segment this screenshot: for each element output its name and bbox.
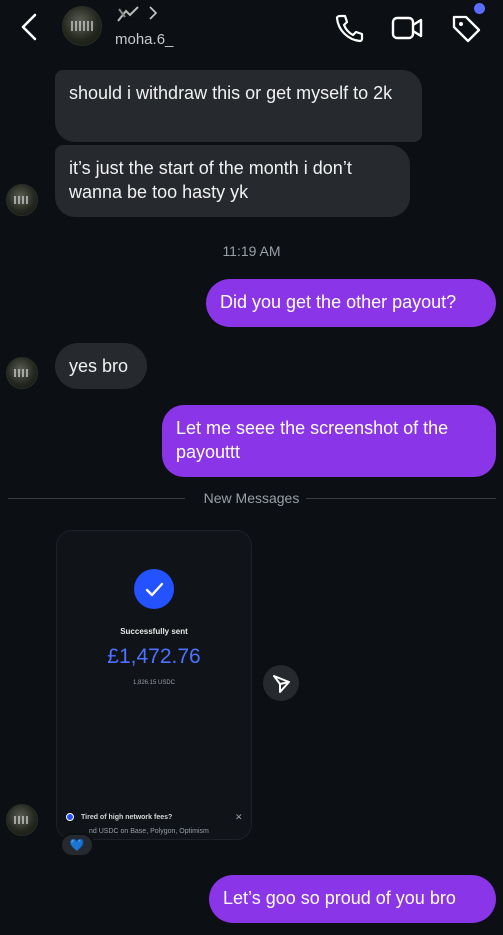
promo-text: nd USDC on Base, Polygon, Optimism <box>89 828 209 835</box>
message-text: Let’s goo so proud of you bro <box>223 888 456 908</box>
message-bubble-incoming[interactable]: it’s just the start of the month i don’t… <box>55 145 410 217</box>
shared-screenshot[interactable]: Successfully sent £1,472.76 1,826.15 USD… <box>56 530 252 840</box>
chevron-right-icon[interactable] <box>148 6 158 20</box>
message-text: yes bro <box>69 356 129 376</box>
message-bubble-outgoing[interactable]: Let me seee the screenshot of the payout… <box>162 405 496 477</box>
close-icon: ✕ <box>235 812 243 822</box>
avatar[interactable] <box>6 357 38 389</box>
emoji-badge-icon <box>117 6 139 22</box>
message-bubble-outgoing[interactable]: Let’s goo so proud of you bro <box>209 875 496 923</box>
usdc-text: 1,826.15 USDC <box>132 680 176 686</box>
message-text: it’s just the start of the month i don’t… <box>69 158 352 202</box>
username[interactable]: moha.6_ <box>115 31 173 48</box>
avatar[interactable] <box>6 804 38 836</box>
avatar[interactable] <box>62 6 102 46</box>
divider <box>306 498 496 499</box>
message-bubble-incoming[interactable]: yes bro <box>55 343 147 389</box>
check-icon <box>134 569 174 609</box>
message-text: Let me seee the screenshot of the payout… <box>176 418 449 462</box>
message-bubble-incoming[interactable]: should i withdraw this or get myself to … <box>55 70 422 142</box>
status-text: Successfully sent <box>120 627 188 636</box>
phone-icon[interactable] <box>333 13 365 43</box>
message-text: should i withdraw this or get myself to … <box>69 83 393 103</box>
tag-icon[interactable] <box>450 13 482 43</box>
blue-heart-icon[interactable]: 💙 <box>60 833 94 857</box>
share-button[interactable] <box>263 665 299 701</box>
timestamp: 11:19 AM <box>222 243 281 259</box>
back-chevron-icon[interactable] <box>18 12 42 42</box>
amount-text: £1,472.76 <box>107 645 201 668</box>
chat-header: moha.6_ <box>0 0 503 60</box>
message-text: Did you get the other payout? <box>220 292 457 312</box>
video-icon[interactable] <box>391 13 423 43</box>
promo-title: Tired of high network fees? <box>81 814 173 821</box>
promo-icon <box>66 813 74 821</box>
avatar[interactable] <box>6 184 38 216</box>
notification-dot <box>474 3 485 14</box>
message-bubble-outgoing[interactable]: Did you get the other payout? <box>206 279 496 327</box>
share-icon <box>273 675 290 693</box>
